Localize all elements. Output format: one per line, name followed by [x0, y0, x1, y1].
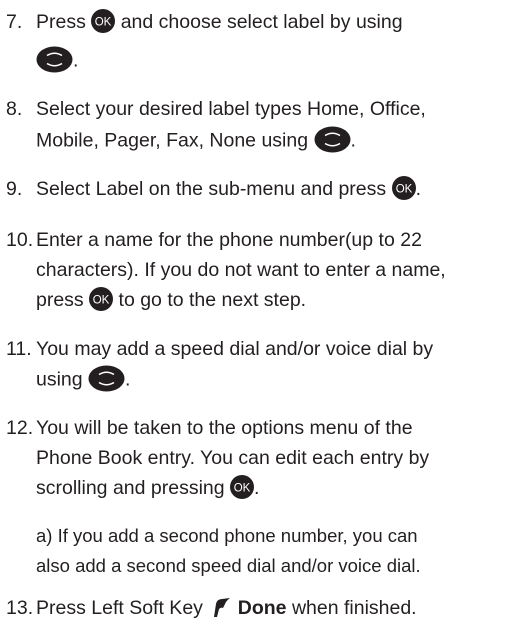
sub-note-line: a) If you add a second phone number, you…: [36, 524, 418, 554]
step-text: You will be taken to the options menu of…: [36, 417, 413, 439]
step-text: Phone Book entry. You can edit each entr…: [36, 447, 430, 469]
step-line: Phone Book entry. You can edit each entr…: [36, 446, 429, 476]
ok-button-icon: OK: [89, 286, 114, 311]
step-text: using: [36, 368, 83, 391]
step-line: press OK to go to the next step.: [36, 286, 307, 318]
step-number: 10.: [6, 229, 34, 251]
step-line: You will be taken to the options menu of…: [36, 416, 413, 446]
step-text: Mobile, Pager, Fax, None using: [36, 129, 309, 152]
ok-button-icon: OK: [230, 474, 255, 499]
ok-icon-label: OK: [395, 183, 412, 195]
ok-icon-label: OK: [234, 482, 251, 494]
step-text-bold: Done: [237, 597, 287, 619]
step-text: when finished.: [291, 597, 417, 619]
ok-icon-label: OK: [93, 294, 110, 306]
ok-icon-label: OK: [95, 16, 112, 28]
step-line: Press OK and choose select label by usin…: [36, 8, 403, 40]
step-text: Select your desired label types Home, Of…: [36, 98, 426, 120]
step-text: .: [350, 129, 356, 152]
navigation-key-icon: [314, 126, 350, 153]
sub-note-text: also add a second speed dial and/or voic…: [36, 555, 421, 576]
ok-button-icon: OK: [391, 175, 416, 200]
step-line: characters). If you do not want to enter…: [36, 258, 446, 288]
step-text: press: [36, 289, 84, 311]
step-line: Select Label on the sub-menu and press O…: [36, 175, 421, 207]
step-number: 7.: [6, 11, 23, 33]
step-line: You may add a speed dial and/or voice di…: [36, 337, 433, 367]
ok-button-icon: OK: [91, 8, 116, 33]
step-line: scrolling and pressing OK.: [36, 474, 260, 506]
sub-note-line: also add a second speed dial and/or voic…: [36, 554, 421, 584]
step-text: .: [254, 477, 260, 499]
step-text: .: [125, 368, 131, 391]
step-text: characters). If you do not want to enter…: [36, 259, 446, 281]
step-text: Press Left Soft Key: [36, 597, 203, 619]
step-line: Press Left Soft Key Done when finished.: [36, 596, 417, 626]
step-number: 13.: [6, 597, 34, 619]
step-text: Select Label on the sub-menu and press: [36, 178, 387, 200]
step-line: Select your desired label types Home, Of…: [36, 97, 426, 127]
sub-note-text: a) If you add a second phone number, you…: [36, 525, 418, 546]
step-line: using .: [36, 365, 131, 397]
step-text: .: [73, 49, 79, 72]
step-number: 8.: [6, 98, 23, 120]
step-text: .: [415, 178, 421, 200]
step-line: Enter a name for the phone number(up to …: [36, 228, 422, 258]
step-text: to go to the next step.: [118, 289, 307, 311]
step-number: 12.: [6, 417, 34, 439]
navigation-key-icon: [88, 365, 125, 392]
step-text: scrolling and pressing: [36, 477, 225, 499]
step-text: You may add a speed dial and/or voice di…: [36, 338, 434, 360]
step-text: Press: [36, 11, 86, 33]
step-text: Enter a name for the phone number(up to …: [36, 229, 422, 251]
manual-page: 7. Press OK and choose select label by u…: [0, 0, 527, 619]
navigation-key-icon: [36, 46, 73, 73]
step-number: 11.: [6, 338, 32, 360]
step-text: and choose select label by using: [120, 11, 403, 33]
step-line: Mobile, Pager, Fax, None using .: [36, 126, 356, 158]
step-number: 9.: [6, 178, 23, 200]
left-soft-key-icon: [214, 597, 231, 617]
step-line: .: [36, 46, 79, 78]
